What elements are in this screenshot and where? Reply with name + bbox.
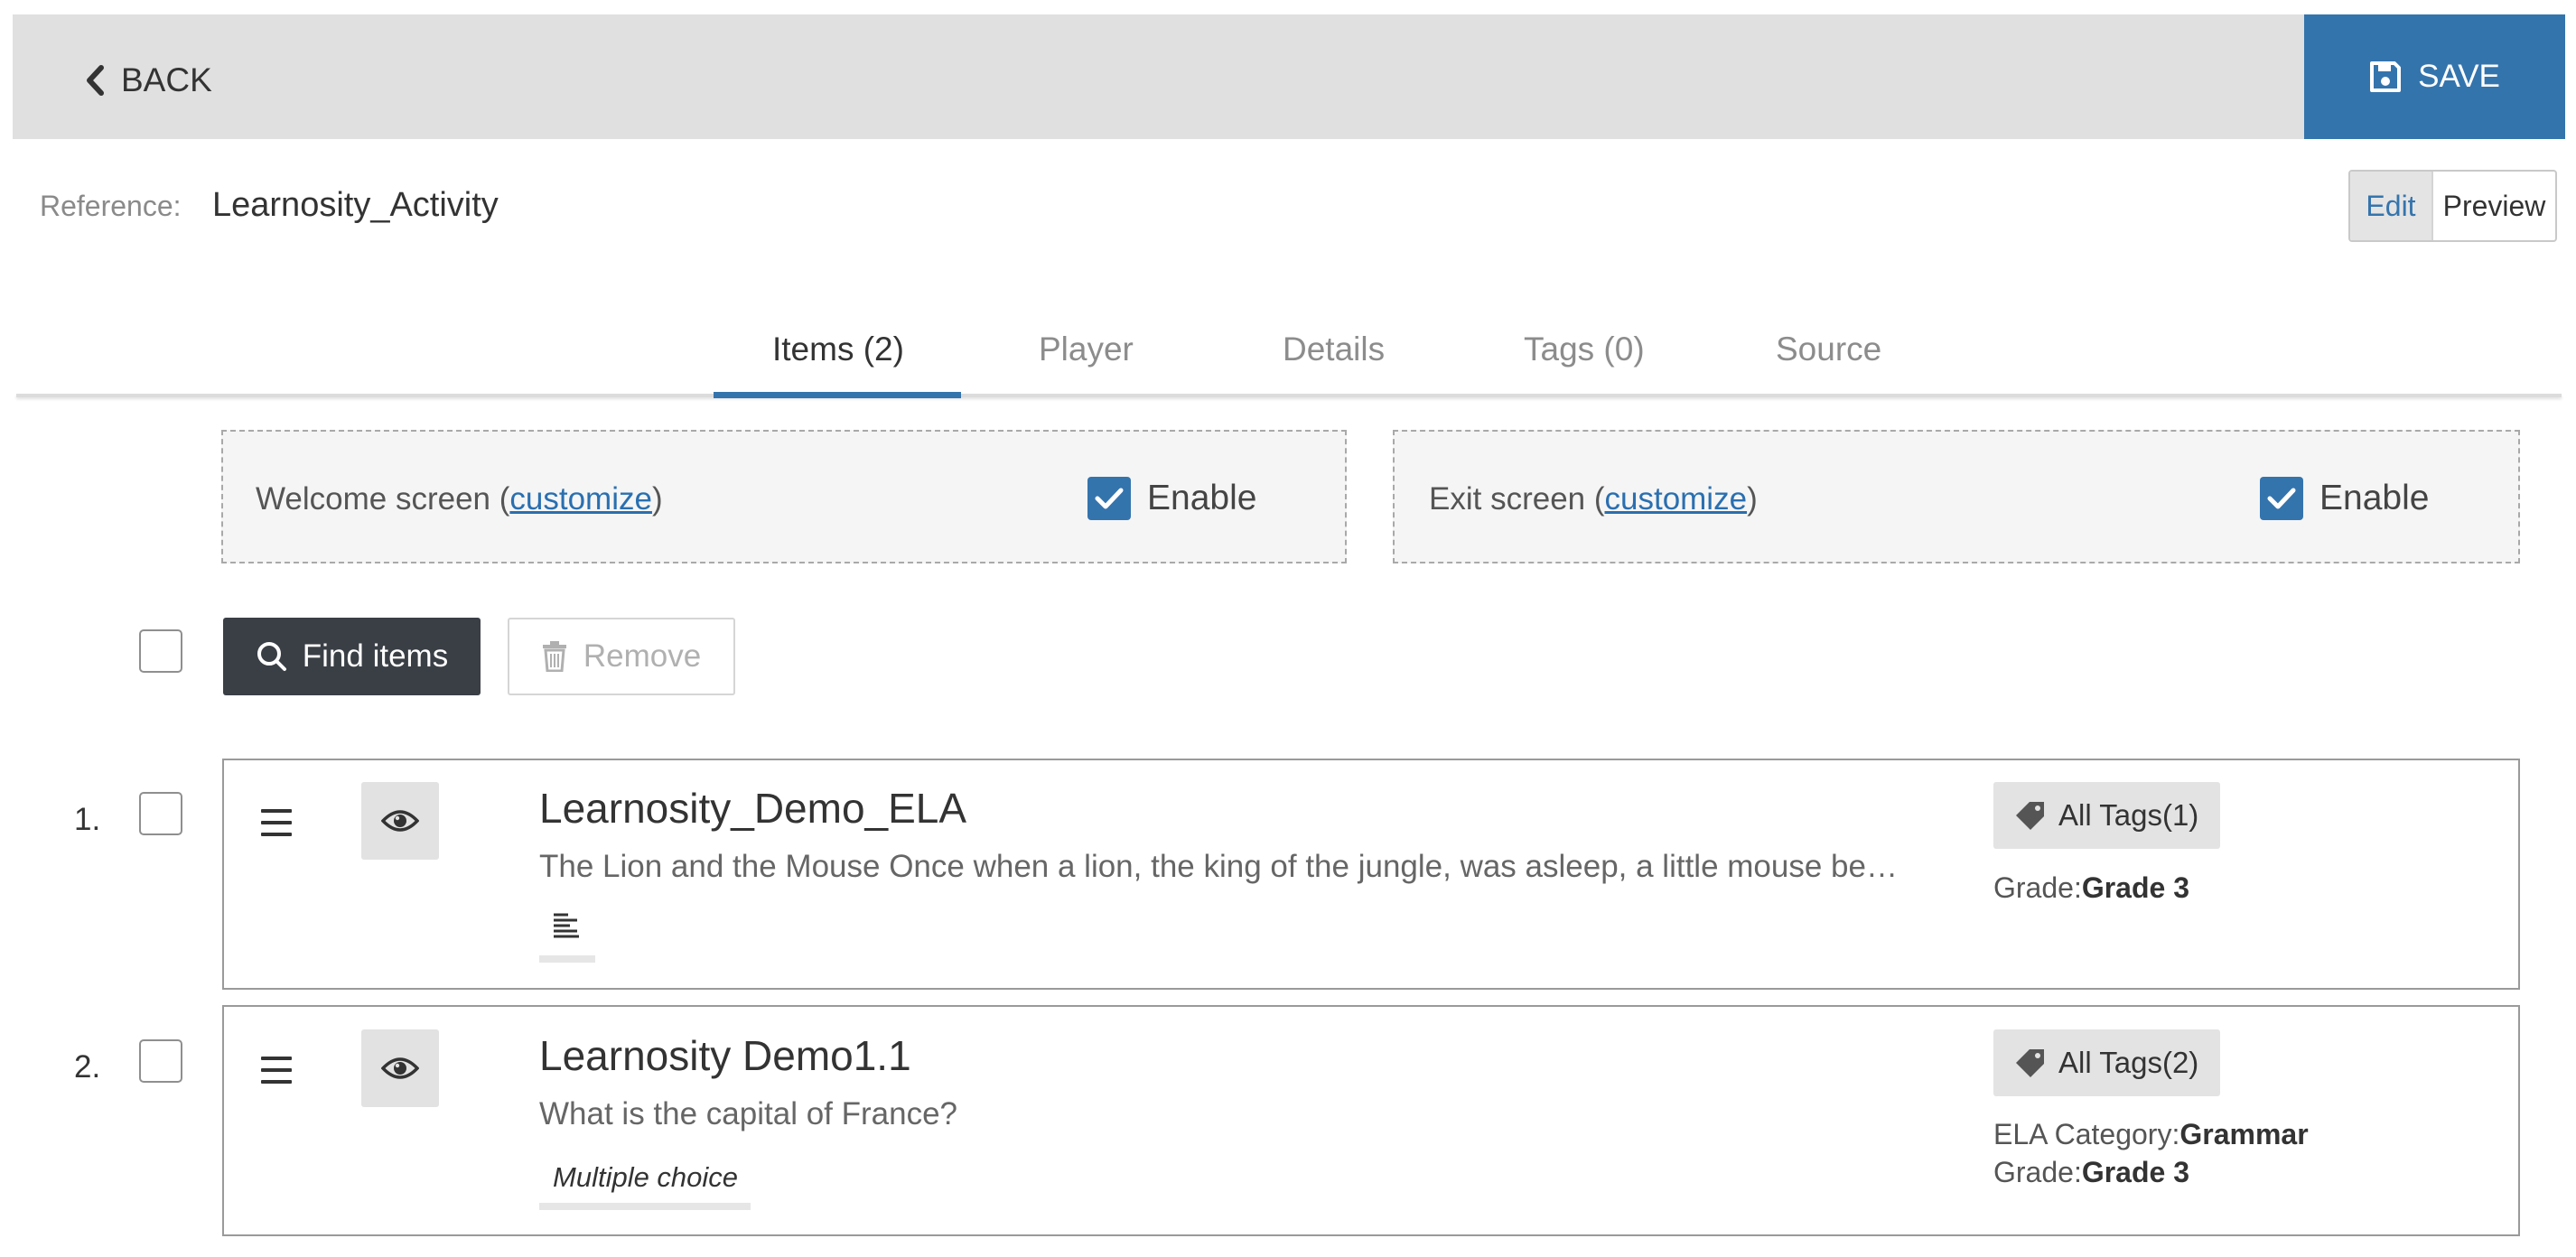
back-label: BACK xyxy=(121,61,212,98)
meta-key: ELA Category: xyxy=(1993,1118,2180,1150)
item-number: 2. xyxy=(74,1049,101,1085)
mode-toggle: Edit Preview xyxy=(2348,170,2557,242)
select-all-checkbox[interactable] xyxy=(139,629,182,673)
meta-value: Grade 3 xyxy=(2081,871,2189,904)
tab-player[interactable]: Player xyxy=(1039,331,1134,368)
all-tags-label: All Tags(1) xyxy=(2058,798,2199,832)
eye-icon xyxy=(381,810,419,832)
meta-value: Grade 3 xyxy=(2081,1156,2189,1188)
welcome-customize-link[interactable]: customize xyxy=(509,481,652,517)
chevron-left-icon xyxy=(87,65,104,96)
tag-meta-grade: Grade:Grade 3 xyxy=(1993,871,2189,905)
item-checkbox[interactable] xyxy=(139,792,182,835)
preview-mode-button[interactable]: Preview xyxy=(2433,172,2555,240)
exit-screen-text: Exit screen (customize) xyxy=(1429,481,1758,517)
question-type-label: Multiple choice xyxy=(553,1161,739,1193)
item-title[interactable]: Learnosity Demo1.1 xyxy=(539,1031,911,1080)
tab-details[interactable]: Details xyxy=(1283,331,1385,368)
tab-source[interactable]: Source xyxy=(1776,331,1881,368)
tag-icon xyxy=(2016,802,2044,830)
all-tags-button[interactable]: All Tags(2) xyxy=(1993,1029,2221,1096)
question-type-bar xyxy=(539,1203,751,1210)
tag-meta-ela-category: ELA Category:Grammar xyxy=(1993,1118,2309,1151)
tab-items[interactable]: Items (2) xyxy=(772,331,904,368)
all-tags-label: All Tags(2) xyxy=(2058,1046,2199,1079)
search-icon xyxy=(257,642,286,671)
welcome-enable-label: Enable xyxy=(1147,479,1257,517)
all-tags-button[interactable]: All Tags(1) xyxy=(1993,782,2221,849)
tabs-divider xyxy=(16,394,2562,397)
floppy-disk-icon xyxy=(2370,61,2402,92)
top-bar xyxy=(13,14,2565,139)
eye-icon xyxy=(381,1057,419,1079)
save-button[interactable]: SAVE xyxy=(2304,14,2565,139)
remove-button[interactable]: Remove xyxy=(508,618,735,695)
exit-enable-label: Enable xyxy=(2319,479,2430,517)
find-items-button[interactable]: Find items xyxy=(223,618,481,695)
tab-tags[interactable]: Tags (0) xyxy=(1524,331,1645,368)
drag-handle-icon[interactable] xyxy=(261,809,292,836)
welcome-enable-checkbox[interactable] xyxy=(1087,477,1131,520)
item-description: What is the capital of France? xyxy=(539,1096,957,1131)
active-tab-indicator xyxy=(714,392,961,398)
tag-meta-grade: Grade:Grade 3 xyxy=(1993,1156,2189,1189)
meta-key: Grade: xyxy=(1993,1156,2082,1188)
remove-label: Remove xyxy=(583,638,702,674)
preview-item-button[interactable] xyxy=(361,782,439,860)
exit-screen-label: Exit screen ( xyxy=(1429,481,1605,517)
tag-icon xyxy=(2016,1049,2044,1077)
reference-label: Reference: xyxy=(40,190,182,222)
reference-value: Learnosity_Activity xyxy=(212,186,499,224)
meta-key: Grade: xyxy=(1993,871,2082,904)
exit-screen-paren: ) xyxy=(1747,481,1758,517)
item-description: The Lion and the Mouse Once when a lion,… xyxy=(539,849,1898,884)
back-button[interactable]: BACK xyxy=(85,60,212,101)
welcome-screen-label: Welcome screen ( xyxy=(256,481,510,517)
item-number: 1. xyxy=(74,802,101,837)
welcome-screen-paren: ) xyxy=(651,481,663,517)
exit-enable-checkbox[interactable] xyxy=(2260,477,2303,520)
meta-value: Grammar xyxy=(2179,1118,2309,1150)
save-label: SAVE xyxy=(2418,59,2500,94)
find-items-label: Find items xyxy=(302,638,449,674)
check-icon xyxy=(2267,488,2296,509)
welcome-screen-text: Welcome screen (customize) xyxy=(256,481,663,517)
preview-item-button[interactable] xyxy=(361,1029,439,1107)
drag-handle-icon[interactable] xyxy=(261,1057,292,1084)
trash-icon xyxy=(542,641,566,672)
item-title[interactable]: Learnosity_Demo_ELA xyxy=(539,784,966,833)
edit-mode-button[interactable]: Edit xyxy=(2350,172,2433,240)
question-type-bar xyxy=(539,955,595,963)
check-icon xyxy=(1095,488,1124,509)
text-lines-icon xyxy=(552,912,581,945)
item-checkbox[interactable] xyxy=(139,1039,182,1083)
exit-customize-link[interactable]: customize xyxy=(1605,481,1748,517)
